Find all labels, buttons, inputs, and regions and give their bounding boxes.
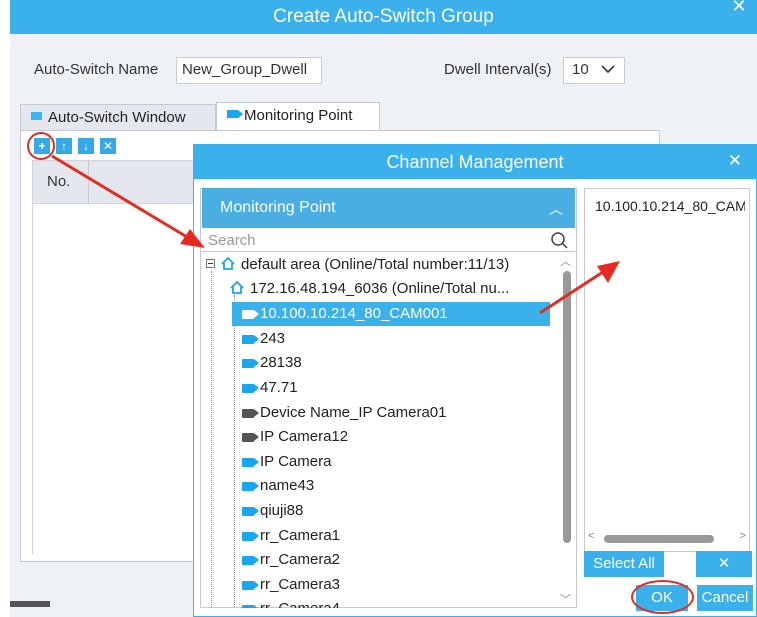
tree-node-camera[interactable]: 28138 bbox=[242, 351, 302, 375]
chevron-down-icon[interactable]: ﹀ bbox=[560, 591, 571, 607]
home-icon bbox=[230, 281, 244, 294]
channel-management-title: Channel Management bbox=[386, 152, 564, 172]
home-icon bbox=[221, 257, 235, 270]
chevron-left-icon[interactable]: < bbox=[588, 530, 594, 542]
tree-node-camera[interactable]: 243 bbox=[242, 327, 285, 351]
dwell-interval-value: 10 bbox=[572, 61, 589, 78]
camera-icon bbox=[242, 507, 259, 516]
auto-switch-name-label: Auto-Switch Name bbox=[34, 61, 159, 78]
dwell-interval-label: Dwell Interval(s) bbox=[444, 61, 552, 78]
annotation-circle bbox=[631, 580, 694, 614]
search-input[interactable]: Search bbox=[202, 230, 575, 252]
scrollbar-thumb[interactable] bbox=[10, 601, 50, 607]
tree-node-label: rr_Camera1 bbox=[260, 527, 341, 544]
select-all-button[interactable]: Select All bbox=[584, 551, 664, 577]
tree-node-device[interactable]: 172.16.48.194_6036 (Online/Total nu... bbox=[230, 277, 509, 301]
tree-node-label: rr_Camera4 bbox=[260, 600, 340, 608]
camera-icon bbox=[227, 110, 243, 118]
tree-node-camera[interactable]: rr_Camera1 bbox=[242, 524, 340, 548]
chevron-right-icon[interactable]: > bbox=[740, 530, 746, 542]
tree-node-label: 10.100.10.214_80_CAM001 bbox=[260, 305, 448, 322]
remove-button[interactable]: ✕ bbox=[696, 551, 752, 577]
selected-channel-list: 10.100.10.214_80_CAM bbox=[584, 188, 750, 552]
tab-label: Auto-Switch Window bbox=[48, 109, 186, 126]
tree-node-label: qiuji88 bbox=[260, 502, 304, 519]
annotation-circle bbox=[27, 132, 55, 160]
camera-icon bbox=[242, 532, 259, 541]
tree-node-label: name43 bbox=[260, 477, 315, 494]
close-icon[interactable]: ✕ bbox=[728, 152, 742, 170]
tree-node-label: rr_Camera2 bbox=[260, 551, 341, 568]
tree-node-camera[interactable]: rr_Camera3 bbox=[242, 573, 340, 597]
dialog-title: Create Auto-Switch Group bbox=[273, 6, 494, 27]
close-icon[interactable]: ✕ bbox=[729, 0, 749, 16]
tree-scrollbar[interactable]: ︿ ﹀ bbox=[557, 253, 575, 608]
selected-channel-item[interactable]: 10.100.10.214_80_CAM bbox=[595, 198, 745, 214]
search-icon[interactable] bbox=[549, 230, 569, 250]
cancel-button[interactable]: Cancel bbox=[697, 585, 753, 611]
chevron-down-icon bbox=[601, 65, 615, 74]
tree-node-label: 243 bbox=[260, 330, 286, 347]
tree-node-label: Device Name_IP Camera01 bbox=[260, 404, 447, 421]
tree-node-label: 28138 bbox=[260, 354, 302, 371]
collapse-icon[interactable] bbox=[206, 259, 215, 268]
channel-management-title-bar: Channel Management bbox=[194, 145, 756, 179]
tree-node-label: 172.16.48.194_6036 (Online/Total nu... bbox=[250, 280, 510, 297]
camera-icon bbox=[242, 310, 259, 319]
tree-node-camera[interactable]: IP Camera bbox=[242, 450, 331, 474]
move-up-button[interactable]: ↑ bbox=[56, 138, 72, 154]
camera-icon bbox=[242, 482, 259, 491]
tree-node-camera[interactable]: Device Name_IP Camera01 bbox=[242, 401, 446, 425]
scrollbar-thumb[interactable] bbox=[604, 535, 714, 543]
camera-icon bbox=[242, 605, 259, 608]
camera-icon bbox=[242, 335, 259, 344]
grid-border bbox=[32, 204, 33, 554]
dwell-interval-select[interactable]: 10 bbox=[563, 57, 625, 84]
column-divider bbox=[88, 161, 89, 203]
tree-node-camera[interactable]: rr_Camera2 bbox=[242, 548, 340, 572]
tree-node-default-area[interactable]: default area (Online/Total number:11/13) bbox=[206, 253, 509, 277]
camera-icon bbox=[242, 556, 259, 565]
move-down-button[interactable]: ↓ bbox=[78, 138, 94, 154]
tree-node-label: default area (Online/Total number:11/13) bbox=[241, 256, 510, 273]
tree-node-camera[interactable]: name43 bbox=[242, 474, 314, 498]
channel-management-dialog: Channel Management ✕ Monitoring Point ︿ … bbox=[193, 144, 757, 617]
dialog-title-bar: Create Auto-Switch Group ✕ bbox=[10, 0, 757, 34]
tree-node-label: IP Camera bbox=[260, 453, 332, 470]
camera-offline-icon bbox=[242, 433, 259, 442]
tree-node-camera[interactable]: 47.71 bbox=[242, 376, 298, 400]
camera-icon bbox=[242, 359, 259, 368]
delete-button[interactable]: ✕ bbox=[100, 138, 116, 154]
search-placeholder: Search bbox=[208, 232, 256, 249]
tree-node-label: IP Camera12 bbox=[260, 428, 349, 445]
tree-line bbox=[211, 271, 212, 608]
tab-label: Monitoring Point bbox=[244, 107, 353, 124]
camera-icon bbox=[242, 384, 259, 393]
grid-header: No. bbox=[32, 160, 202, 204]
tree-node-label: 47.71 bbox=[260, 379, 298, 396]
column-header-no: No. bbox=[47, 173, 71, 190]
channel-tree: default area (Online/Total number:11/13)… bbox=[202, 253, 557, 608]
tree-node-camera[interactable]: IP Camera12 bbox=[242, 425, 348, 449]
tab-auto-switch-window[interactable]: Auto-Switch Window bbox=[20, 104, 216, 130]
monitoring-point-title: Monitoring Point bbox=[220, 199, 336, 216]
camera-offline-icon bbox=[242, 409, 259, 418]
tab-monitoring-point[interactable]: Monitoring Point bbox=[216, 102, 380, 130]
monitoring-point-header[interactable]: Monitoring Point ︿ bbox=[202, 188, 575, 228]
tree-node-label: rr_Camera3 bbox=[260, 576, 341, 593]
chevron-up-icon[interactable]: ︿ bbox=[549, 199, 563, 219]
camera-icon bbox=[242, 458, 259, 467]
scrollbar-thumb[interactable] bbox=[563, 271, 571, 543]
tree-node-camera[interactable]: qiuji88 bbox=[242, 499, 303, 523]
tree-line bbox=[234, 295, 235, 608]
camera-icon bbox=[242, 581, 259, 590]
tree-node-camera[interactable]: rr_Camera4 bbox=[242, 597, 340, 608]
tree-node-camera[interactable]: 10.100.10.214_80_CAM001 bbox=[232, 302, 550, 326]
selected-list-scrollbar[interactable]: < > bbox=[588, 530, 748, 548]
auto-switch-name-input[interactable]: New_Group_Dwell bbox=[176, 57, 322, 84]
window-icon bbox=[31, 112, 42, 120]
chevron-up-icon[interactable]: ︿ bbox=[560, 253, 571, 269]
